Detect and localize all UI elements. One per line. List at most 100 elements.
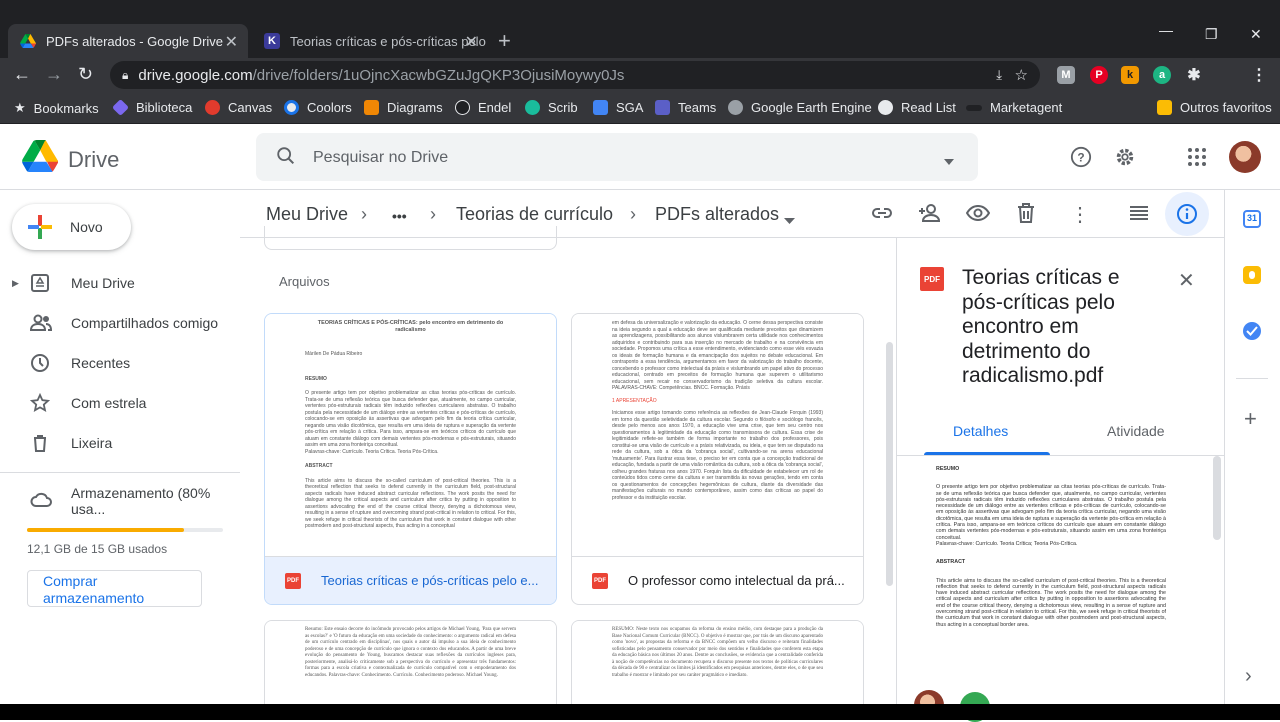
apps-grid-icon[interactable] [1187,147,1207,172]
file-name: Teorias críticas e pós-críticas pelo e..… [321,573,539,588]
panel-scrollbar[interactable] [1213,456,1221,540]
file-card[interactable]: em defesa da universalização e valorizaç… [571,313,864,605]
new-tab-icon[interactable]: + [498,28,511,54]
sidebar-item-recent[interactable]: Recentes [0,345,240,381]
tasks-icon[interactable] [1243,322,1261,340]
grammarly-icon[interactable]: a [1153,66,1171,84]
main-scrollbar[interactable] [886,342,893,586]
rail-divider [1236,378,1268,379]
calendar-icon[interactable]: 31 [1243,210,1261,228]
pinterest-icon[interactable]: P [1090,66,1108,84]
extension-m-icon[interactable]: M [1057,66,1075,84]
window-close-icon[interactable]: ✕ [1250,26,1262,43]
close-tab-icon[interactable]: ✕ [465,32,478,52]
minimize-icon[interactable]: — [1159,22,1173,38]
forward-icon[interactable]: → [45,64,63,85]
install-app-icon[interactable]: ⤓ [996,67,1002,83]
bookmark-item[interactable]: SGA [593,100,643,115]
extension-k-icon[interactable]: k [1121,66,1139,84]
bookmark-item[interactable]: Read List [878,100,956,115]
details-file-title: Teorias críticas e pós-críticas pelo enc… [962,266,1120,387]
bookmark-star-icon[interactable]: ☆ [1015,66,1028,84]
bookmark-item[interactable]: Marketagent [966,100,1062,115]
file-card[interactable]: TEORIAS CRÍTICAS E PÓS-CRÍTICAS: pelo en… [264,313,557,605]
star-icon [29,392,51,413]
pdf-icon: PDF [920,267,944,291]
search-options-icon[interactable] [943,153,955,171]
section-label: Arquivos [279,274,330,289]
bookmark-item[interactable]: Coolors [284,100,352,115]
expand-caret-icon[interactable]: ▶ [12,278,19,289]
trash-icon [30,433,50,453]
bookmark-item[interactable]: ★ Bookmarks [14,100,99,116]
storage-used-text: 12,1 GB de 15 GB usados [27,542,168,556]
kami-icon: K [264,33,280,49]
bookmark-item[interactable]: Diagrams [364,100,443,115]
bookmark-item[interactable]: Teams [655,100,716,115]
restore-icon[interactable]: ❐ [1205,26,1218,43]
folder-dropdown-icon[interactable] [784,212,795,230]
clock-icon [30,353,50,373]
sidebar-item-label: Recentes [71,355,131,371]
browser-menu-icon[interactable]: ⋮ [1250,66,1268,84]
bookmarks-bar: ★ Bookmarks Biblioteca Canvas Coolors Dia… [0,92,1280,124]
bookmark-item[interactable]: Google Earth Engine [728,100,872,115]
reload-icon[interactable]: ↻ [78,64,93,85]
address-bar[interactable]: 🔒︎ drive.google.com/drive/folders/1uOjnc… [110,61,1040,89]
sidebar-item-trash[interactable]: Lixeira [0,425,240,461]
letterbox-bar [0,704,1280,720]
new-button[interactable]: Novo [12,204,131,250]
list-view-icon[interactable] [1129,202,1149,229]
sidebar-item-starred[interactable]: Com estrela [0,385,240,421]
bookmark-item[interactable]: Canvas [205,100,272,115]
breadcrumb-my-drive[interactable]: Meu Drive [266,204,348,225]
storage-label: Armazenamento (80% usa... [71,485,211,517]
pdf-icon: PDF [285,572,301,589]
browser-tab-strip: PDFs alterados - Google Drive ✕ K Teoria… [0,0,1280,58]
search-icon[interactable] [275,145,297,172]
bookmarks-folder[interactable]: Outros favoritos [1157,100,1272,115]
back-icon[interactable]: ← [13,64,31,85]
folder-card-partial[interactable] [264,226,557,250]
keep-icon[interactable] [1243,266,1261,284]
breadcrumb-current-folder[interactable]: PDFs alterados [655,204,779,225]
close-panel-icon[interactable]: ✕ [1178,268,1195,293]
get-addons-plus-icon[interactable]: + [1244,406,1257,432]
tab-activity[interactable]: Atividade [1107,423,1165,439]
tab-details[interactable]: Detalhes [953,423,1008,439]
tab-pdf-document[interactable]: K Teorias críticas e pós-críticas pelo ✕ [252,24,488,58]
sidebar-item-label: Com estrela [71,395,147,411]
sidebar-item-shared[interactable]: Compartilhados comigo [0,305,240,341]
info-icon[interactable] [1165,192,1209,236]
breadcrumb-folder[interactable]: Teorias de currículo [456,204,613,225]
link-icon[interactable] [871,202,893,229]
close-tab-icon[interactable]: ✕ [225,32,238,52]
delete-trash-icon[interactable] [1016,202,1036,229]
breadcrumb-chevron-icon: › [630,204,636,224]
breadcrumb-more-icon[interactable]: ••• [392,208,407,224]
breadcrumb-chevron-icon: › [361,204,367,224]
extensions-puzzle-icon[interactable]: ✱ [1185,66,1203,84]
drive-logo-icon[interactable] [22,140,59,177]
more-actions-icon[interactable]: ⋮ [1070,202,1090,227]
bookmark-item[interactable]: Scrib [525,100,578,115]
address-toolbar: ← → ↻ 🔒︎ drive.google.com/drive/folders/… [0,58,1280,144]
tab-google-drive[interactable]: PDFs alterados - Google Drive ✕ [8,24,248,58]
sidebar-item-my-drive[interactable]: ▶ Meu Drive [0,265,240,301]
search-input[interactable]: Pesquisar no Drive [313,149,448,167]
share-add-person-icon[interactable] [918,202,942,229]
drive-logo-text[interactable]: Drive [68,147,119,173]
preview-eye-icon[interactable] [965,202,991,229]
show-side-panel-chevron-icon[interactable]: › [1245,665,1252,688]
help-icon[interactable]: ? [1070,146,1092,173]
buy-storage-button[interactable]: Comprar armazenamento [27,570,202,607]
sidebar-item-storage[interactable]: Armazenamento (80% usa... [0,483,240,519]
new-button-label: Novo [70,219,103,235]
search-box[interactable]: Pesquisar no Drive [256,133,978,181]
bookmark-item[interactable]: Biblioteca [112,99,192,116]
bookmark-item[interactable]: Endel [455,100,511,115]
people-icon [29,313,53,333]
account-avatar[interactable] [1229,141,1261,173]
settings-gear-icon[interactable] [1114,146,1136,173]
lock-icon: 🔒︎ [122,67,129,82]
